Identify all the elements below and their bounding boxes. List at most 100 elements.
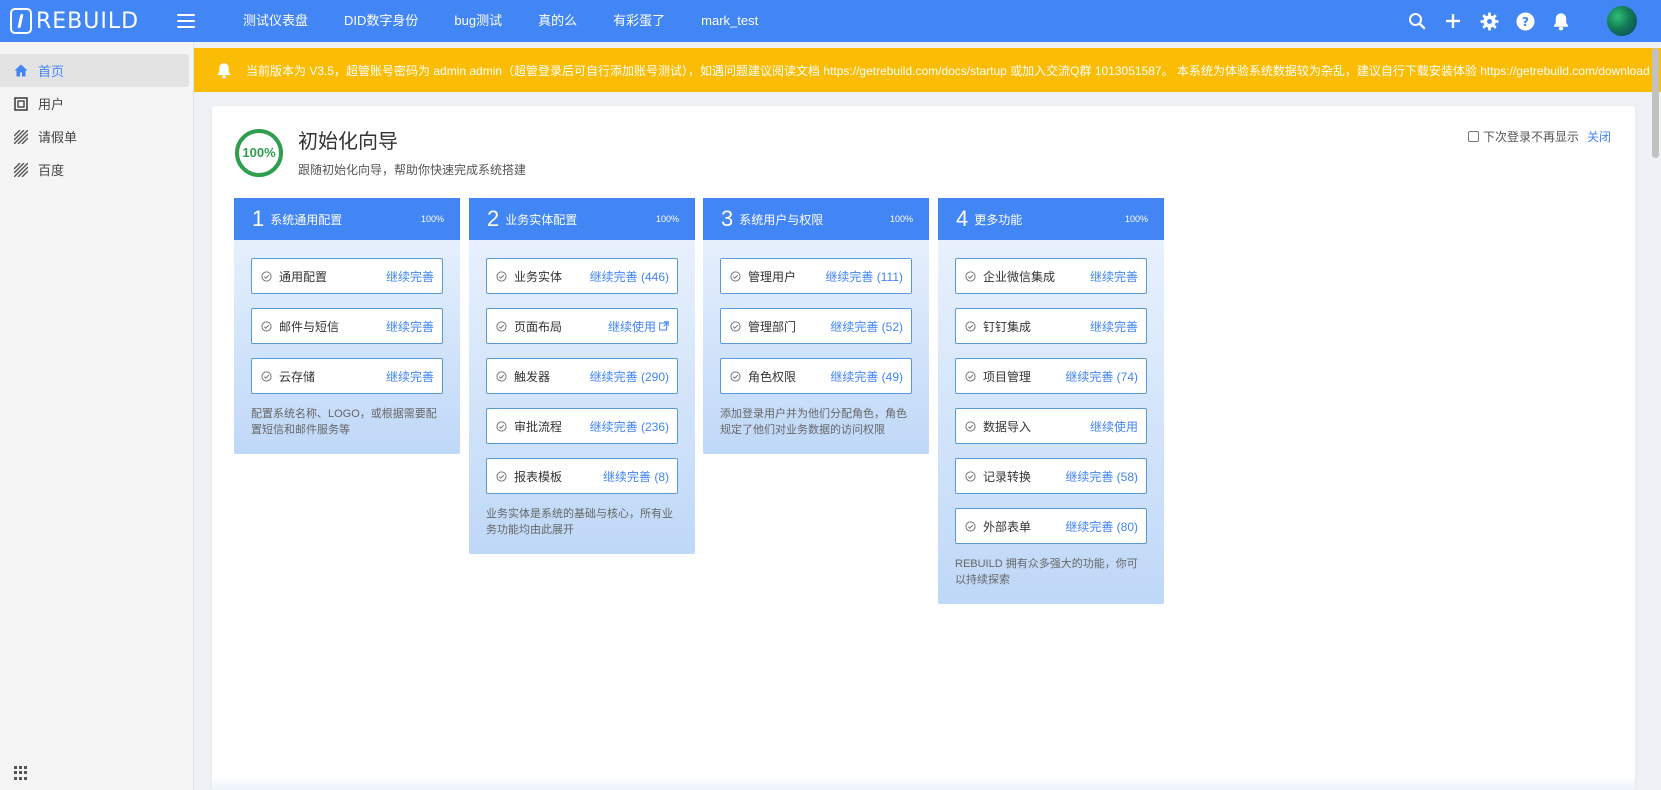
sidebar-item-users[interactable]: 用户: [0, 87, 193, 120]
step-action-link[interactable]: 继续完善: [386, 268, 434, 285]
notice-text: 当前版本为 V3.5，超管账号密码为 admin admin（超管登录后可自行添…: [246, 63, 1650, 78]
dont-show-label: 下次登录不再显示: [1482, 130, 1579, 144]
menu-toggle-icon[interactable]: [177, 14, 195, 28]
step-action-link[interactable]: 继续完善 (236): [590, 418, 669, 435]
sidebar-item-baidu[interactable]: 百度: [0, 153, 193, 186]
check-circle-icon: [965, 470, 976, 482]
check-circle-icon: [965, 320, 976, 332]
step-item[interactable]: 页面布局 继续使用: [486, 308, 678, 344]
step-action-link[interactable]: 继续完善: [386, 368, 434, 385]
hatched-entity-icon: [14, 162, 28, 177]
card-description: REBUILD 拥有众多强大的功能，你可以持续探索: [955, 558, 1138, 586]
step-action-link[interactable]: 继续使用: [608, 318, 669, 335]
step-action-label: 继续使用: [607, 319, 656, 334]
page-subtitle: 跟随初始化向导，帮助你快速完成系统搭建: [298, 162, 527, 177]
step-action-link[interactable]: 继续完善 (58): [1065, 468, 1138, 485]
step-item[interactable]: 报表模板 继续完善 (8): [486, 458, 678, 494]
step-action-label: 继续完善 (80): [1065, 519, 1138, 534]
step-item[interactable]: 角色权限 继续完善 (49): [720, 358, 912, 394]
step-card-system-config: 1 系统通用配置 100% 通用配置 继续完善 邮件与短信 继续完善 云存储 继续完善 配置系统名…: [234, 198, 460, 454]
step-action-link[interactable]: 继续完善 (80): [1065, 518, 1138, 535]
guide-header: 100% 初始化向导 跟随初始化向导，帮助你快速完成系统搭建: [234, 128, 526, 178]
gear-icon[interactable]: [1479, 11, 1499, 31]
card-description: 业务实体是系统的基础与核心，所有业务功能均由此展开: [486, 508, 673, 536]
sidebar-item-label: 用户: [38, 97, 65, 112]
step-item[interactable]: 记录转换 继续完善 (58): [955, 458, 1147, 494]
step-action-link[interactable]: 继续完善 (52): [830, 318, 903, 335]
step-action-label: 继续完善 (74): [1065, 369, 1138, 384]
step-action-link[interactable]: 继续完善: [1090, 268, 1138, 285]
step-name: 邮件与短信: [279, 319, 340, 334]
nav-item-really[interactable]: 真的么: [520, 0, 595, 42]
step-action-link[interactable]: 继续完善 (49): [830, 368, 903, 385]
step-action-label: 继续使用: [1089, 419, 1138, 434]
step-item[interactable]: 审批流程 继续完善 (236): [486, 408, 678, 444]
step-action-link[interactable]: 继续完善 (8): [603, 468, 669, 485]
step-item[interactable]: 管理用户 继续完善 (111): [720, 258, 912, 294]
sidebar-item-label: 首页: [38, 64, 65, 79]
step-action-link[interactable]: 继续完善 (111): [825, 268, 903, 285]
step-item[interactable]: 通用配置 继续完善: [251, 258, 443, 294]
step-name: 外部表单: [983, 519, 1032, 534]
check-circle-icon: [730, 320, 741, 332]
step-name: 记录转换: [983, 469, 1032, 484]
rebuild-logo[interactable]: REBUILD: [10, 8, 155, 34]
step-action-link[interactable]: 继续完善 (446): [590, 268, 669, 285]
help-icon[interactable]: ?: [1515, 11, 1535, 31]
nav-item-easter-egg[interactable]: 有彩蛋了: [595, 0, 683, 42]
step-action-link[interactable]: 继续完善 (74): [1065, 368, 1138, 385]
step-item[interactable]: 数据导入 继续使用: [955, 408, 1147, 444]
sidebar-item-home[interactable]: 首页: [0, 54, 189, 87]
page-title: 初始化向导: [298, 130, 398, 153]
step-item[interactable]: 云存储 继续完善: [251, 358, 443, 394]
step-action-link[interactable]: 继续完善: [1090, 318, 1138, 335]
apps-grid-icon[interactable]: [14, 766, 28, 780]
close-link[interactable]: 关闭: [1587, 128, 1611, 145]
step-action-label: 继续完善: [385, 369, 434, 384]
step-name: 钉钉集成: [983, 319, 1032, 334]
step-item[interactable]: 钉钉集成 继续完善: [955, 308, 1147, 344]
step-name: 触发器: [514, 369, 551, 384]
step-card-more-features: 4 更多功能 100% 企业微信集成 继续完善钉钉集成 继续完善项目管理 继续完善 (74)…: [938, 198, 1164, 604]
step-item[interactable]: 外部表单 继续完善 (80): [955, 508, 1147, 544]
card-header: 4 更多功能 100%: [938, 198, 1164, 240]
card-percent: 100%: [655, 214, 679, 224]
step-item[interactable]: 企业微信集成 继续完善: [955, 258, 1147, 294]
nav-item-dashboard[interactable]: 测试仪表盘: [225, 0, 326, 42]
card-description: 配置系统名称、LOGO，或根据需要配置短信和邮件服务等: [251, 408, 437, 436]
search-icon[interactable]: [1407, 11, 1427, 31]
sidebar-item-leave-form[interactable]: 请假单: [0, 120, 193, 153]
step-item[interactable]: 触发器 继续完善 (290): [486, 358, 678, 394]
card-title: 业务实体配置: [505, 212, 578, 227]
step-item[interactable]: 项目管理 继续完善 (74): [955, 358, 1147, 394]
nav-item-bug-test[interactable]: bug测试: [436, 0, 520, 42]
check-circle-icon: [261, 320, 272, 332]
step-action-link[interactable]: 继续完善 (290): [590, 368, 669, 385]
step-item[interactable]: 业务实体 继续完善 (446): [486, 258, 678, 294]
card-percent: 100%: [420, 214, 444, 224]
plus-icon[interactable]: [1443, 11, 1463, 31]
step-name: 项目管理: [983, 369, 1032, 384]
user-avatar[interactable]: [1607, 6, 1637, 36]
nav-item-mark-test[interactable]: mark_test: [683, 0, 776, 42]
step-item[interactable]: 管理部门 继续完善 (52): [720, 308, 912, 344]
step-action-link[interactable]: 继续使用: [1090, 418, 1138, 435]
step-name: 页面布局: [514, 319, 563, 334]
card-title: 系统用户与权限: [739, 212, 824, 227]
bell-icon[interactable]: [1551, 11, 1571, 31]
progress-percent: 100%: [242, 145, 276, 160]
card-number: 4: [956, 206, 969, 231]
step-card-entity-config: 2 业务实体配置 100% 业务实体 继续完善 (446) 页面布局 继续使用 触发器 继续完善…: [469, 198, 695, 554]
step-action-label: 继续完善 (446): [589, 269, 669, 284]
scrollbar-thumb[interactable]: [1652, 48, 1659, 158]
svg-text:?: ?: [1521, 14, 1528, 28]
check-circle-icon: [261, 370, 272, 382]
step-action-label: 继续完善 (49): [830, 369, 903, 384]
card-header: 3 系统用户与权限 100%: [703, 198, 929, 240]
step-item[interactable]: 邮件与短信 继续完善: [251, 308, 443, 344]
nav-item-did[interactable]: DID数字身份: [326, 0, 436, 42]
dont-show-checkbox[interactable]: [1467, 131, 1479, 142]
guide-options: 下次登录不再显示 关闭: [1467, 128, 1611, 145]
step-name: 通用配置: [279, 269, 328, 284]
step-action-link[interactable]: 继续完善: [386, 318, 434, 335]
